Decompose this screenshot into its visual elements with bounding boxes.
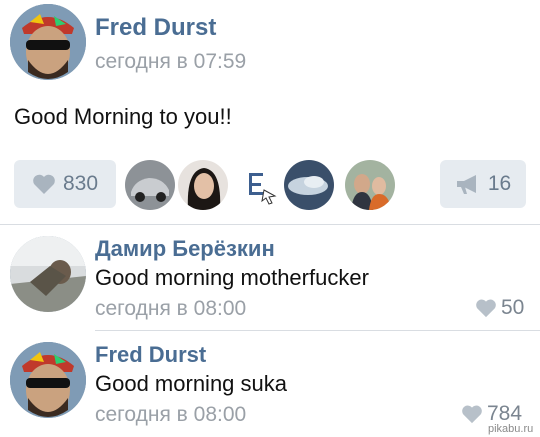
comment-text: Good morning motherfucker xyxy=(95,265,369,290)
liker-avatar-logo[interactable] xyxy=(231,160,281,210)
like-count: 830 xyxy=(62,172,99,195)
post-timestamp: сегодня в 07:59 xyxy=(95,50,247,73)
comment-avatar[interactable] xyxy=(10,236,86,312)
comment-like-button[interactable]: 50 xyxy=(475,296,524,320)
comment-timestamp: сегодня в 08:00 xyxy=(95,297,247,320)
megaphone-icon xyxy=(456,175,476,194)
liker-avatar-girl[interactable] xyxy=(178,160,228,210)
post-divider xyxy=(0,224,540,225)
comment-like-count: 50 xyxy=(501,296,525,319)
heart-icon xyxy=(462,405,482,424)
heart-icon xyxy=(476,299,496,318)
post-author-name[interactable]: Fred Durst xyxy=(95,14,216,42)
author-avatar[interactable] xyxy=(10,4,86,80)
heart-icon xyxy=(33,174,55,194)
liker-avatar-car[interactable] xyxy=(125,160,175,210)
site-watermark: pikabu.ru xyxy=(488,423,534,435)
comment-text: Good morning suka xyxy=(95,371,287,396)
like-button[interactable]: 830 xyxy=(14,160,116,208)
comment-timestamp: сегодня в 08:00 xyxy=(95,403,247,426)
comment-author-name[interactable]: Дамир Берёзкин xyxy=(95,236,275,262)
repost-button[interactable]: 16 xyxy=(440,160,526,208)
liker-avatar-cloud[interactable] xyxy=(284,160,334,210)
liker-avatar-couple[interactable] xyxy=(345,160,395,210)
comment-divider xyxy=(95,330,540,331)
comment-avatar[interactable] xyxy=(10,342,86,418)
post-text: Good Morning to you!! xyxy=(14,104,232,129)
repost-count: 16 xyxy=(487,172,512,195)
comment-author-name[interactable]: Fred Durst xyxy=(95,342,206,368)
